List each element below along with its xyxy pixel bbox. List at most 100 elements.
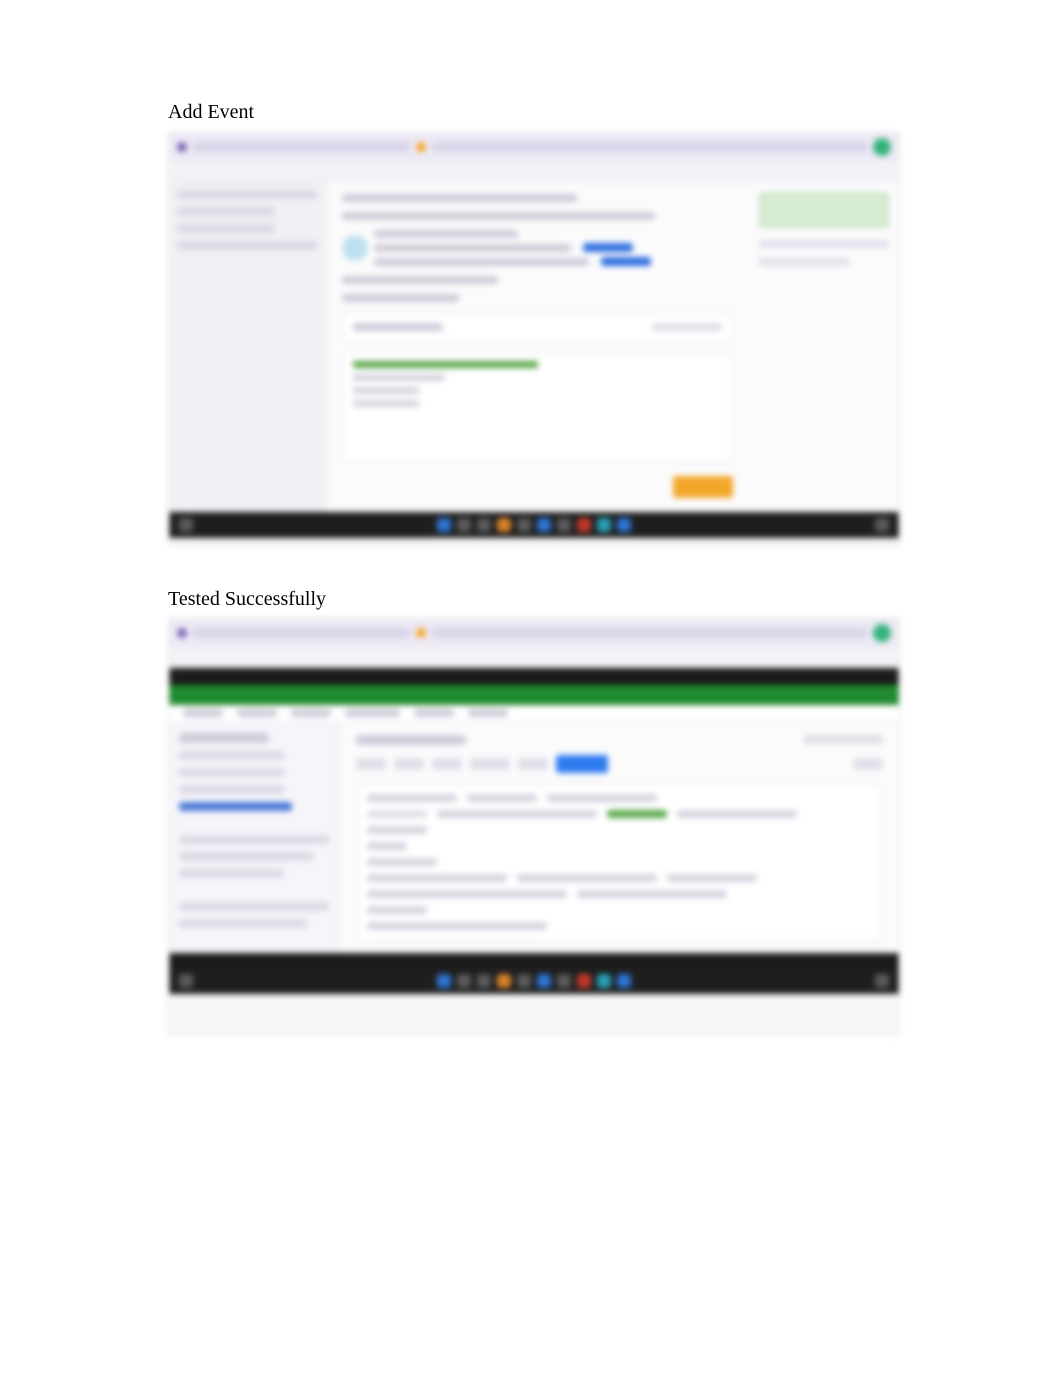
address-bar[interactable] (193, 628, 410, 638)
result-key (367, 858, 437, 866)
taskbar-icon[interactable] (179, 974, 193, 988)
heading-tested-successfully: Tested Successfully (168, 588, 326, 611)
success-banner (169, 685, 899, 705)
browser-icon (177, 142, 187, 152)
info-line (759, 258, 850, 266)
browser-icon (177, 628, 187, 638)
heading-add-event: Add Event (168, 101, 254, 124)
result-key (367, 826, 427, 834)
taskbar-icon[interactable] (477, 518, 491, 532)
sidebar-item[interactable] (179, 852, 314, 861)
taskbar-icon[interactable] (597, 974, 611, 988)
code-editor[interactable] (342, 352, 733, 462)
sidebar-item[interactable] (177, 241, 317, 250)
browser-toolbar (169, 647, 899, 668)
result-value (517, 874, 657, 882)
sidebar-item[interactable] (177, 224, 275, 233)
meta-text (374, 244, 571, 252)
sidebar-item[interactable] (179, 835, 329, 844)
browser-toolbar (169, 161, 899, 182)
code-line (353, 387, 419, 394)
main-content (340, 723, 899, 953)
os-taskbar (169, 512, 899, 538)
result-key (367, 842, 407, 850)
sidebar-item[interactable] (179, 751, 284, 760)
tab-monitoring[interactable] (345, 709, 400, 717)
sidebar-item[interactable] (179, 919, 307, 928)
toolbar-button[interactable] (518, 758, 548, 770)
taskbar-icon[interactable] (437, 518, 451, 532)
taskbar-icon[interactable] (597, 518, 611, 532)
description-line (342, 212, 655, 220)
taskbar-icon[interactable] (457, 518, 471, 532)
avatar-icon (342, 235, 368, 261)
link[interactable] (583, 243, 633, 252)
toolbar-button[interactable] (853, 758, 883, 770)
taskbar-icon[interactable] (517, 518, 531, 532)
taskbar-icon[interactable] (437, 974, 451, 988)
address-bar[interactable] (193, 142, 410, 152)
toolbar-button[interactable] (470, 758, 510, 770)
taskbar-icon[interactable] (617, 518, 631, 532)
taskbar-icon[interactable] (497, 974, 511, 988)
result-value (577, 890, 727, 898)
tab-strip (432, 142, 867, 152)
taskbar-icon[interactable] (577, 974, 591, 988)
sidebar-heading (179, 733, 269, 743)
result-cell (677, 810, 797, 818)
sidebar-item[interactable] (179, 768, 284, 777)
taskbar-icon[interactable] (537, 974, 551, 988)
taskbar-icon[interactable] (537, 518, 551, 532)
field-label (342, 276, 498, 284)
profile-avatar-icon[interactable] (873, 624, 891, 642)
panel-action[interactable] (652, 323, 722, 331)
extension-icon (416, 628, 426, 638)
tabs (169, 705, 899, 723)
toolbar-button[interactable] (356, 758, 386, 770)
toolbar-button[interactable] (432, 758, 462, 770)
tab-output[interactable] (291, 709, 331, 717)
sidebar-item[interactable] (179, 902, 329, 911)
result-status (607, 810, 667, 818)
tab-test[interactable] (237, 709, 277, 717)
taskbar-tray-icon[interactable] (875, 518, 889, 532)
result-panel (356, 783, 883, 941)
main-content (326, 182, 749, 512)
code-line (353, 374, 445, 381)
taskbar-icon[interactable] (477, 974, 491, 988)
console-top-bar (169, 668, 899, 685)
test-button[interactable] (556, 755, 608, 773)
screenshot-tested-successfully (168, 618, 900, 1035)
profile-avatar-icon[interactable] (873, 138, 891, 156)
taskbar-icon[interactable] (517, 974, 531, 988)
sidebar-item[interactable] (179, 785, 284, 794)
tab-input[interactable] (183, 709, 223, 717)
link[interactable] (601, 257, 651, 266)
toolbar-button[interactable] (394, 758, 424, 770)
tab-strip (432, 628, 867, 638)
meta-row (374, 257, 733, 266)
taskbar-icon[interactable] (617, 974, 631, 988)
taskbar-icon[interactable] (557, 974, 571, 988)
sidebar-item[interactable] (179, 869, 284, 878)
tab-logs[interactable] (414, 709, 454, 717)
field-label (342, 294, 459, 302)
taskbar-icon[interactable] (557, 518, 571, 532)
taskbar-icon[interactable] (497, 518, 511, 532)
panel-title (353, 323, 443, 331)
sidebar-item[interactable] (177, 190, 317, 199)
sidebar-item-active[interactable] (179, 802, 292, 811)
taskbar-icon[interactable] (179, 518, 193, 532)
tab-trigger[interactable] (468, 709, 508, 717)
meta-row (374, 243, 733, 252)
save-button[interactable] (673, 476, 733, 498)
taskbar-tray-icon[interactable] (875, 974, 889, 988)
right-panel (749, 182, 899, 512)
section-title (342, 194, 577, 202)
sidebar-item[interactable] (177, 207, 275, 216)
event-panel (342, 312, 733, 342)
taskbar-icon[interactable] (457, 974, 471, 988)
result-key (367, 906, 427, 914)
result-label (467, 794, 537, 802)
taskbar-icon[interactable] (577, 518, 591, 532)
